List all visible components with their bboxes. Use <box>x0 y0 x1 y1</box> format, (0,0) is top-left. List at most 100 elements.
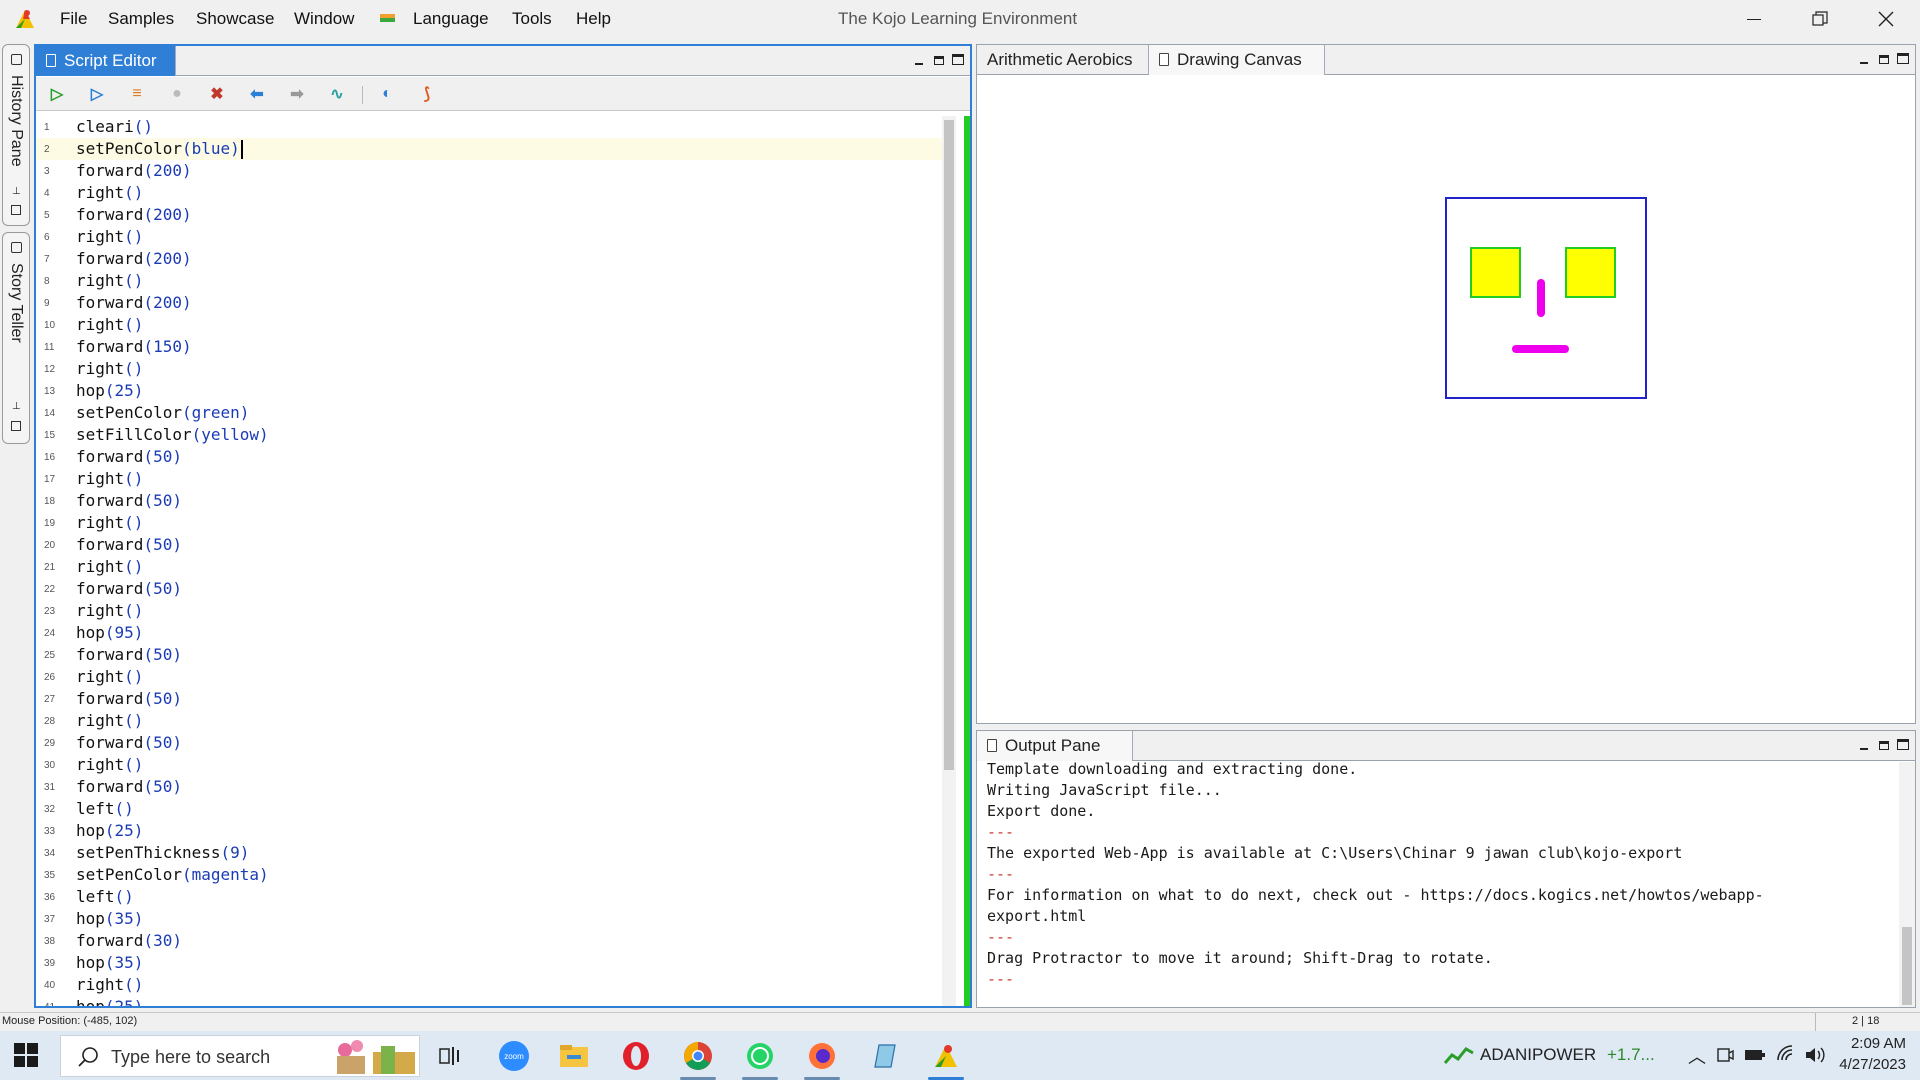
minimize-icon[interactable] <box>1859 53 1871 65</box>
clock-time[interactable]: 2:09 AM <box>1844 1035 1906 1052</box>
wifi-icon[interactable] <box>1776 1044 1796 1064</box>
code-line[interactable]: 30 right() <box>36 754 946 776</box>
tab-output-pane[interactable]: Output Pane <box>977 731 1133 761</box>
undo-icon[interactable]: ⬅ <box>246 84 268 104</box>
help-icon[interactable]: ◐ <box>376 84 398 104</box>
whatsapp-button[interactable] <box>742 1039 778 1080</box>
code-line[interactable]: 27 forward(50) <box>36 688 946 710</box>
redo-icon[interactable]: ➡ <box>286 84 308 104</box>
menu-samples[interactable]: Samples <box>108 9 174 29</box>
code-line[interactable]: 16 forward(50) <box>36 446 946 468</box>
opera-button[interactable] <box>618 1039 654 1073</box>
code-editor[interactable]: 1 cleari() 2 setPenColor(blue) 3 forward(200)… <box>36 116 951 1006</box>
tab-drawing-canvas[interactable]: Drawing Canvas <box>1149 45 1325 75</box>
stock-ticker[interactable]: ADANIPOWER <box>1480 1045 1596 1065</box>
minimize-icon[interactable] <box>1859 739 1871 751</box>
code-line[interactable]: 32 left() <box>36 798 946 820</box>
meet-now-icon[interactable] <box>1716 1046 1734 1064</box>
code-line[interactable]: 21 right() <box>36 556 946 578</box>
start-button[interactable] <box>14 1043 38 1067</box>
code-line[interactable]: 13 hop(25) <box>36 380 946 402</box>
code-line[interactable]: 22 forward(50) <box>36 578 946 600</box>
maximize-icon[interactable] <box>1897 739 1909 750</box>
code-line[interactable]: 41 hop(25) <box>36 996 946 1006</box>
format-icon[interactable]: ∿ <box>326 84 348 104</box>
drawing-canvas[interactable] <box>977 76 1915 723</box>
maximize-icon[interactable] <box>1897 53 1909 64</box>
stop-icon[interactable]: ● <box>166 84 188 104</box>
output-text-area[interactable]: Template downloading and extracting done… <box>977 762 1915 1007</box>
menu-window[interactable]: Window <box>294 9 354 29</box>
close-button[interactable] <box>1856 4 1916 34</box>
menu-tools[interactable]: Tools <box>512 9 552 29</box>
code-line[interactable]: 12 right() <box>36 358 946 380</box>
code-line[interactable]: 6 right() <box>36 226 946 248</box>
code-line[interactable]: 34 setPenThickness(9) <box>36 842 946 864</box>
notepad-button[interactable] <box>866 1039 902 1073</box>
code-line[interactable]: 15 setFillColor(yellow) <box>36 424 946 446</box>
code-line[interactable]: 24 hop(95) <box>36 622 946 644</box>
step-icon[interactable]: ▷ <box>86 84 108 104</box>
code-line[interactable]: 37 hop(35) <box>36 908 946 930</box>
kojo-taskbar-button[interactable] <box>928 1039 964 1080</box>
output-scroll-thumb[interactable] <box>1902 927 1912 1005</box>
tab-script-editor[interactable]: Script Editor <box>36 46 176 76</box>
code-line[interactable]: 14 setPenColor(green) <box>36 402 946 424</box>
code-line[interactable]: 38 forward(30) <box>36 930 946 952</box>
minimize-icon[interactable] <box>914 54 926 66</box>
code-line[interactable]: 35 setPenColor(magenta) <box>36 864 946 886</box>
restore-button[interactable] <box>1790 4 1850 34</box>
code-line[interactable]: 33 hop(25) <box>36 820 946 842</box>
editor-scrollbar[interactable] <box>942 116 956 1006</box>
code-line[interactable]: 19 right() <box>36 512 946 534</box>
minimize-button[interactable] <box>1724 4 1784 34</box>
editor-scroll-thumb[interactable] <box>944 120 954 770</box>
maximize-icon[interactable] <box>952 54 964 65</box>
code-line[interactable]: 28 right() <box>36 710 946 732</box>
firefox-button[interactable] <box>804 1039 840 1080</box>
menu-help[interactable]: Help <box>576 9 611 29</box>
restore-icon[interactable] <box>1879 55 1889 64</box>
restore-icon[interactable] <box>1879 741 1889 750</box>
code-line[interactable]: 36 left() <box>36 886 946 908</box>
code-line[interactable]: 1 cleari() <box>36 116 946 138</box>
code-line[interactable]: 5 forward(200) <box>36 204 946 226</box>
output-scrollbar[interactable] <box>1899 762 1915 1007</box>
battery-icon[interactable] <box>1744 1047 1766 1063</box>
taskbar-search[interactable]: Type here to search <box>60 1035 420 1077</box>
restore-icon[interactable] <box>934 56 944 65</box>
code-line[interactable]: 23 right() <box>36 600 946 622</box>
code-line[interactable]: 2 setPenColor(blue) <box>36 138 946 160</box>
code-line[interactable]: 17 right() <box>36 468 946 490</box>
clear-icon[interactable]: ✖ <box>206 84 228 104</box>
code-line[interactable]: 29 forward(50) <box>36 732 946 754</box>
kojo-icon[interactable]: ⟆ <box>416 84 438 104</box>
code-line[interactable]: 10 right() <box>36 314 946 336</box>
side-tab-story-teller[interactable]: Story Teller ⊥ <box>2 232 30 444</box>
code-line[interactable]: 3 forward(200) <box>36 160 946 182</box>
menu-file[interactable]: File <box>60 9 87 29</box>
code-line[interactable]: 31 forward(50) <box>36 776 946 798</box>
code-line[interactable]: 39 hop(35) <box>36 952 946 974</box>
clock-date[interactable]: 4/27/2023 <box>1836 1056 1906 1073</box>
code-line[interactable]: 4 right() <box>36 182 946 204</box>
run-icon[interactable]: ▷ <box>46 84 68 104</box>
task-view-button[interactable] <box>432 1039 468 1073</box>
code-line[interactable]: 8 right() <box>36 270 946 292</box>
file-explorer-button[interactable] <box>556 1039 592 1073</box>
chevron-up-icon[interactable]: ︿ <box>1688 1043 1706 1069</box>
code-line[interactable]: 9 forward(200) <box>36 292 946 314</box>
menu-showcase[interactable]: Showcase <box>196 9 274 29</box>
code-line[interactable]: 11 forward(150) <box>36 336 946 358</box>
tab-arithmetic-aerobics[interactable]: Arithmetic Aerobics <box>977 45 1149 75</box>
run-worksheet-icon[interactable]: ≡ <box>126 84 148 104</box>
code-line[interactable]: 26 right() <box>36 666 946 688</box>
code-line[interactable]: 40 right() <box>36 974 946 996</box>
chrome-button[interactable] <box>680 1039 716 1080</box>
code-line[interactable]: 7 forward(200) <box>36 248 946 270</box>
code-line[interactable]: 25 forward(50) <box>36 644 946 666</box>
code-line[interactable]: 20 forward(50) <box>36 534 946 556</box>
volume-icon[interactable] <box>1804 1045 1826 1065</box>
code-line[interactable]: 18 forward(50) <box>36 490 946 512</box>
zoom-app-button[interactable]: zoom <box>496 1039 532 1073</box>
